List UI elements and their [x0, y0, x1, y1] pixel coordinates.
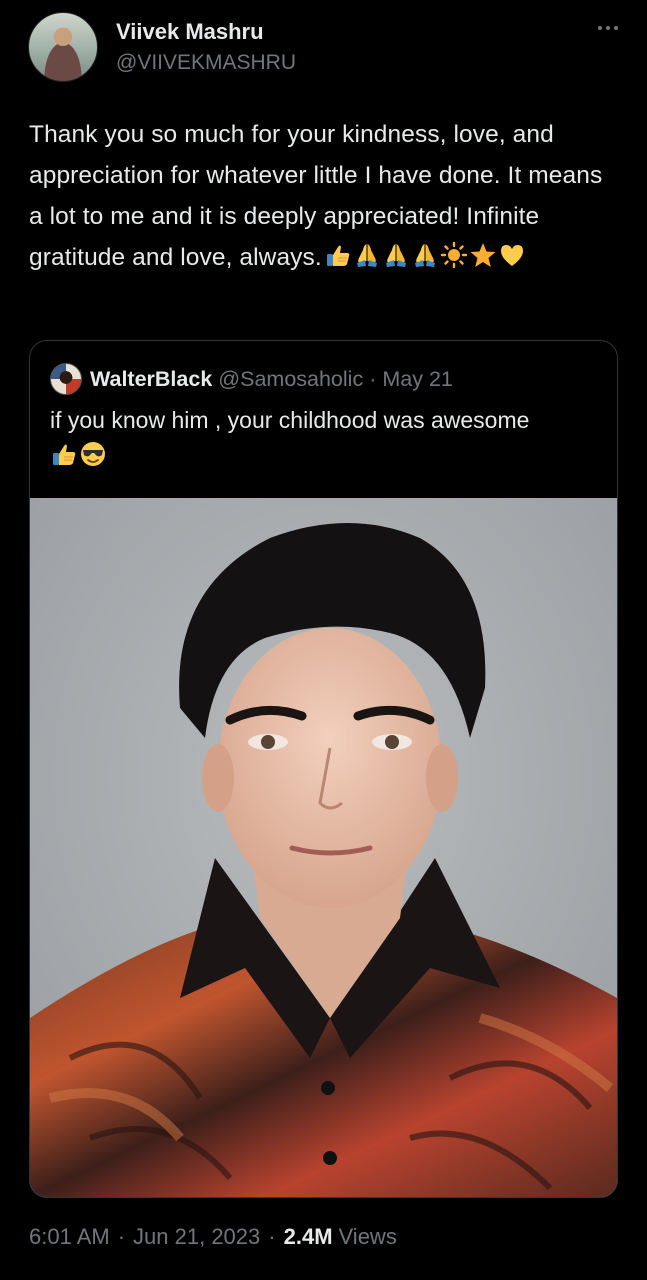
yellow-heart-icon	[498, 241, 526, 269]
author-handle[interactable]: @VIIVEKMASHRU	[116, 48, 296, 78]
quote-author-handle[interactable]: @Samosaholic	[218, 367, 363, 392]
quote-header: WalterBlack @Samosaholic · May 21	[50, 363, 453, 395]
meta-separator: ·	[268, 1224, 276, 1249]
sun-icon	[440, 241, 468, 269]
quote-date[interactable]: May 21	[382, 367, 453, 392]
author-avatar[interactable]	[28, 12, 98, 82]
tweet-detail: Viivek Mashru @VIIVEKMASHRU Thank you so…	[0, 0, 647, 1280]
folded-hands-icon	[382, 241, 410, 269]
quote-author-avatar[interactable]	[50, 363, 82, 395]
star-icon	[469, 241, 497, 269]
tweet-time[interactable]: 6:01 AM	[29, 1224, 110, 1250]
thumbs-up-icon	[50, 440, 78, 468]
meta-separator: ·	[117, 1224, 126, 1249]
tweet-emojis	[324, 241, 526, 269]
tweet-meta: 6:01 AM · Jun 21, 2023 · 2.4M Views	[29, 1224, 397, 1250]
folded-hands-icon	[353, 241, 381, 269]
views-label: Views	[338, 1224, 397, 1249]
quote-tweet-card[interactable]: WalterBlack @Samosaholic · May 21 if you…	[29, 340, 618, 1198]
author-names: Viivek Mashru @VIIVEKMASHRU	[116, 12, 296, 78]
smiling-face-with-sunglasses-icon	[79, 440, 107, 468]
tweet-header: Viivek Mashru @VIIVEKMASHRU	[28, 12, 629, 86]
quote-emojis	[50, 440, 107, 468]
thumbs-up-icon	[324, 241, 352, 269]
more-horizontal-icon[interactable]	[593, 18, 623, 38]
author-display-name[interactable]: Viivek Mashru	[116, 18, 296, 46]
views-count: 2.4M	[283, 1224, 333, 1249]
quote-separator: ·	[369, 366, 377, 391]
quote-photo[interactable]	[30, 498, 617, 1197]
quote-text-content: if you know him , your childhood was awe…	[50, 407, 530, 433]
folded-hands-icon	[411, 241, 439, 269]
tweet-text: Thank you so much for your kindness, lov…	[29, 114, 619, 278]
tweet-date[interactable]: Jun 21, 2023	[133, 1224, 260, 1250]
quote-author-display-name[interactable]: WalterBlack	[90, 367, 212, 392]
quote-text: if you know him , your childhood was awe…	[50, 403, 610, 471]
